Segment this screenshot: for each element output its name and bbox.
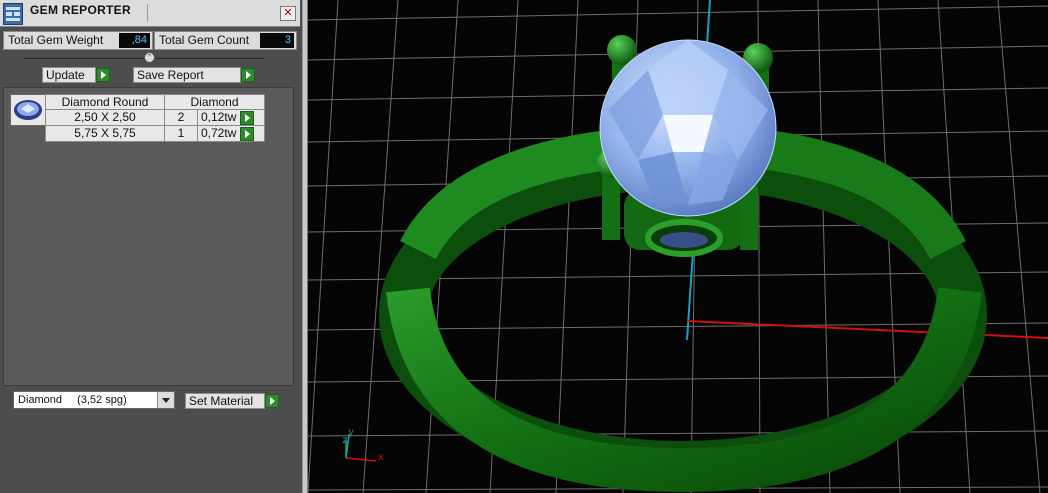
update-button-label: Update bbox=[46, 68, 85, 82]
total-weight-group: Total Gem Weight ,84 bbox=[3, 31, 153, 50]
z-axis-label: z bbox=[342, 436, 349, 447]
chevron-down-icon[interactable] bbox=[157, 392, 174, 408]
total-count-label: Total Gem Count bbox=[159, 33, 250, 47]
gem-table-header: Diamond Round Diamond bbox=[45, 94, 265, 110]
row-play-icon[interactable] bbox=[239, 110, 254, 125]
window-title: GEM REPORTER bbox=[30, 3, 131, 17]
title-bar[interactable]: GEM REPORTER ✕ bbox=[0, 0, 300, 27]
close-button[interactable]: ✕ bbox=[280, 6, 296, 21]
gem-thumbnail-icon[interactable] bbox=[10, 94, 46, 126]
set-material-button[interactable]: Set Material bbox=[185, 393, 265, 409]
title-divider bbox=[147, 4, 148, 22]
gem-weight-cell: 0,72tw bbox=[197, 124, 265, 142]
header-material: Diamond bbox=[164, 94, 265, 110]
gem-count: 2 bbox=[164, 109, 198, 126]
header-shape: Diamond Round bbox=[45, 94, 165, 110]
total-weight-label: Total Gem Weight bbox=[8, 33, 104, 47]
app-icon bbox=[3, 3, 23, 25]
row-play-icon[interactable] bbox=[239, 126, 254, 141]
gem-count: 1 bbox=[164, 124, 198, 142]
gem-weight: 0,72tw bbox=[201, 125, 237, 140]
save-report-button[interactable]: Save Report bbox=[133, 67, 241, 83]
gem-weight-cell: 0,12tw bbox=[197, 109, 265, 126]
total-weight-value: ,84 bbox=[119, 33, 150, 48]
table-row[interactable]: 5,75 X 5,75 1 0,72tw bbox=[45, 124, 265, 142]
save-report-play-icon[interactable] bbox=[241, 68, 255, 82]
3d-viewport[interactable]: x y z bbox=[308, 0, 1048, 493]
update-play-icon[interactable] bbox=[96, 68, 110, 82]
material-name: Diamond bbox=[18, 394, 63, 406]
gem-reporter-panel: GEM REPORTER ✕ Total Gem Weight ,84 Tota… bbox=[0, 0, 302, 493]
table-row[interactable]: 2,50 X 2,50 2 0,12tw bbox=[45, 109, 265, 126]
total-count-value: 3 bbox=[260, 33, 294, 48]
gem-culet bbox=[660, 232, 708, 248]
set-material-label: Set Material bbox=[189, 394, 254, 408]
viewport-scene bbox=[308, 0, 1048, 493]
x-axis-label: x bbox=[378, 453, 385, 464]
gem-table: Diamond Round Diamond 2,50 X 2,50 2 0,12… bbox=[45, 94, 265, 142]
gem-weight: 0,12tw bbox=[201, 110, 237, 124]
gem-stone bbox=[599, 39, 777, 217]
gem-size: 5,75 X 5,75 bbox=[45, 124, 165, 142]
total-count-group: Total Gem Count 3 bbox=[154, 31, 297, 50]
save-report-label: Save Report bbox=[137, 68, 204, 82]
gem-size: 2,50 X 2,50 bbox=[45, 109, 165, 126]
material-select[interactable]: Diamond (3,52 spg) bbox=[13, 391, 175, 409]
update-button[interactable]: Update bbox=[42, 67, 96, 83]
material-density: (3,52 spg) bbox=[77, 394, 127, 406]
set-material-play-icon[interactable] bbox=[265, 394, 279, 408]
y-axis-label: y bbox=[348, 428, 355, 439]
splitter-handle[interactable]: ⌃ bbox=[144, 52, 155, 63]
